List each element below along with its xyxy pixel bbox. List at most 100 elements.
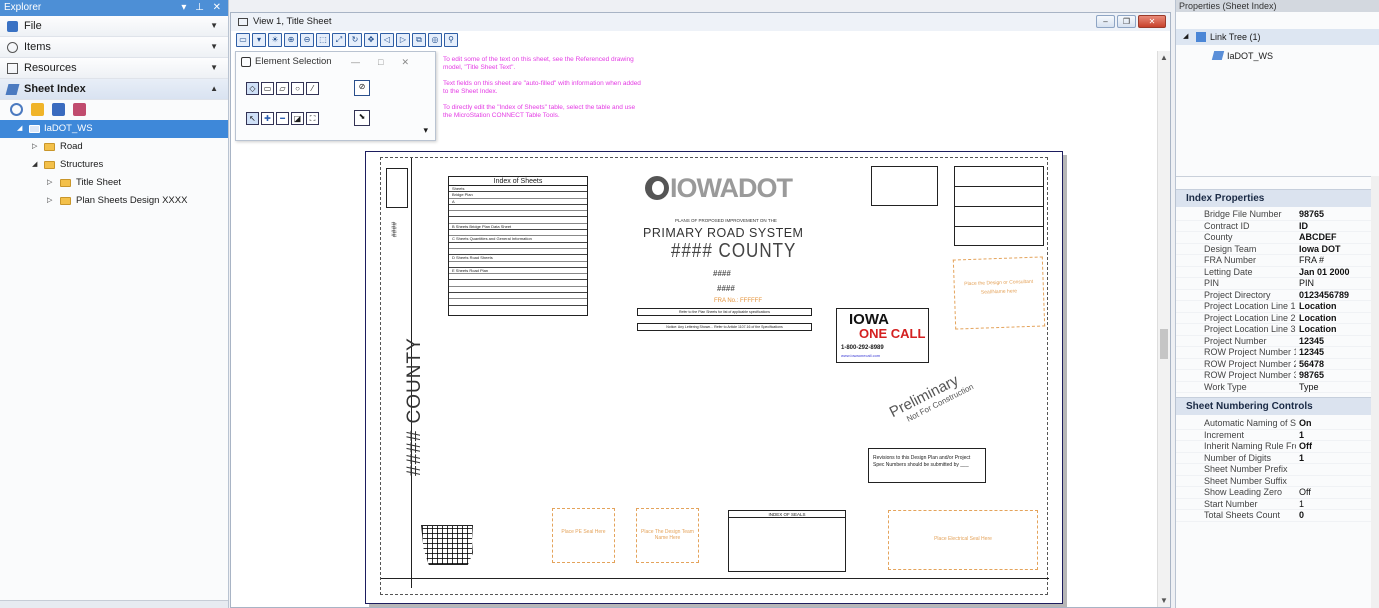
property-row[interactable]: ROW Project Number 3 98765: [1176, 370, 1379, 382]
link-tree-child-label: IaDOT_WS: [1227, 51, 1274, 61]
close-button[interactable]: ✕: [1138, 15, 1166, 28]
camera-icon[interactable]: ◎: [428, 33, 442, 47]
copy-view-icon[interactable]: ⧉: [412, 33, 426, 47]
property-row[interactable]: Project Directory 0123456789: [1176, 290, 1379, 301]
property-row[interactable]: Start Number 1: [1176, 499, 1379, 510]
property-row[interactable]: Work Type Type: [1176, 382, 1379, 393]
scroll-down-icon[interactable]: ▼: [1160, 596, 1168, 605]
section-file[interactable]: File ▼: [0, 16, 228, 37]
properties-scrollbar[interactable]: [1371, 176, 1379, 608]
property-row[interactable]: Project Number 12345: [1176, 336, 1379, 347]
scroll-up-icon[interactable]: ▲: [1160, 53, 1168, 62]
next-view-icon[interactable]: ▷: [396, 33, 410, 47]
index-of-sheets-table[interactable]: Index of Sheets Sheets Bridge Plan A B S…: [448, 176, 588, 316]
vertical-scrollbar[interactable]: ▲ ▼: [1157, 51, 1170, 607]
clear-selection-icon[interactable]: ⊘: [354, 80, 370, 96]
property-row[interactable]: Contract ID ID: [1176, 221, 1379, 232]
tree-node-plan-sheets[interactable]: ▷ Plan Sheets Design XXXX: [0, 192, 228, 210]
scrollbar-thumb[interactable]: [1160, 329, 1168, 359]
title-sheet[interactable]: #### #### COUNTY Index of Sheets Sheets …: [365, 151, 1063, 604]
window-area-icon[interactable]: ⬚: [316, 33, 330, 47]
explorer-window-controls[interactable]: ▾ ⊥ ✕: [181, 0, 224, 16]
fit-view-icon[interactable]: ⤢: [332, 33, 346, 47]
pan-view-icon[interactable]: ✥: [364, 33, 378, 47]
property-row[interactable]: ROW Project Number 2 56478: [1176, 359, 1379, 370]
refresh-icon[interactable]: [10, 103, 23, 116]
property-row[interactable]: Project Location Line 1 Location: [1176, 301, 1379, 313]
select-pointer-icon[interactable]: ⬊: [354, 110, 370, 126]
select-circle-icon[interactable]: ○: [291, 82, 304, 95]
rotate-view-icon[interactable]: ↻: [348, 33, 362, 47]
link-tree-child[interactable]: IaDOT_WS: [1176, 48, 1379, 64]
property-row[interactable]: FRA Number FRA #: [1176, 255, 1379, 267]
minimize-button[interactable]: –: [1096, 15, 1115, 28]
close-button[interactable]: ✕: [401, 57, 427, 67]
property-key: Inherit Naming Rule Fror: [1204, 441, 1296, 451]
property-value: Off: [1299, 487, 1311, 497]
property-key: FRA Number: [1204, 255, 1257, 265]
property-row[interactable]: Project Location Line 2 Location: [1176, 313, 1379, 324]
minimize-button[interactable]: —: [351, 57, 378, 67]
expand-icon[interactable]: ▷: [32, 138, 37, 156]
view-attributes-icon[interactable]: ▭: [236, 33, 250, 47]
collapse-icon[interactable]: ◢: [17, 120, 22, 138]
property-row[interactable]: Letting Date Jan 01 2000: [1176, 267, 1379, 278]
select-individual-icon[interactable]: ◇: [246, 82, 259, 95]
property-row[interactable]: Design Team Iowa DOT: [1176, 244, 1379, 255]
section-resources[interactable]: Resources ▼: [0, 58, 228, 79]
element-selection-title: Element Selection: [255, 56, 332, 67]
property-key: Show Leading Zero: [1204, 487, 1283, 497]
select-block-icon[interactable]: ▭: [261, 82, 274, 95]
select-all-icon[interactable]: ⛶: [306, 112, 319, 125]
property-row[interactable]: Increment 1: [1176, 430, 1379, 441]
drawing-canvas[interactable]: To edit some of the text on this sheet, …: [231, 51, 1158, 607]
property-row[interactable]: PIN PIN: [1176, 278, 1379, 290]
property-row[interactable]: Show Leading Zero Off: [1176, 487, 1379, 499]
zoom-in-icon[interactable]: ⊕: [284, 33, 298, 47]
sheet-numbering-title[interactable]: Sheet Numbering Controls: [1176, 397, 1379, 415]
expand-panel-icon[interactable]: ▾: [423, 125, 428, 136]
property-row[interactable]: Project Location Line 3 Location: [1176, 324, 1379, 336]
restore-button[interactable]: ❐: [1117, 15, 1136, 28]
tree-node-root[interactable]: ◢ IaDOT_WS: [0, 120, 228, 138]
property-row[interactable]: Number of Digits 1: [1176, 453, 1379, 464]
section-items[interactable]: Items ▼: [0, 37, 228, 58]
tree-node-structures[interactable]: ◢ Structures: [0, 156, 228, 174]
property-row[interactable]: Bridge File Number 98765: [1176, 209, 1379, 221]
property-row[interactable]: ROW Project Number 1 12345: [1176, 347, 1379, 359]
expand-icon[interactable]: ▷: [47, 174, 52, 192]
display-style-icon[interactable]: ▾: [252, 33, 266, 47]
primary-road-system-title: PRIMARY ROAD SYSTEM: [643, 226, 804, 240]
index-properties-title[interactable]: Index Properties: [1176, 189, 1379, 207]
select-line-icon[interactable]: ⁄: [306, 82, 319, 95]
select-invert-icon[interactable]: ◪: [291, 112, 304, 125]
property-row[interactable]: Automatic Naming of She On: [1176, 418, 1379, 430]
property-row[interactable]: Total Sheets Count 0: [1176, 510, 1379, 522]
expand-icon[interactable]: ▷: [47, 192, 52, 210]
select-add-icon[interactable]: ✚: [261, 112, 274, 125]
property-key: ROW Project Number 3: [1204, 370, 1296, 380]
properties-icon[interactable]: [31, 103, 44, 116]
property-row[interactable]: Sheet Number Suffix: [1176, 476, 1379, 487]
property-row[interactable]: Inherit Naming Rule Fror Off: [1176, 441, 1379, 453]
sheet-add-icon[interactable]: [52, 103, 65, 116]
zoom-out-icon[interactable]: ⊖: [300, 33, 314, 47]
property-row[interactable]: Sheet Number Prefix: [1176, 464, 1379, 476]
brightness-icon[interactable]: ☀: [268, 33, 282, 47]
tree-node-road[interactable]: ▷ Road: [0, 138, 228, 156]
spec-note-box: Refer to the Plan Sheets for list of app…: [637, 308, 812, 316]
collapse-icon[interactable]: ◢: [1183, 29, 1188, 45]
previous-view-icon[interactable]: ◁: [380, 33, 394, 47]
search-icon[interactable]: ⚲: [444, 33, 458, 47]
link-icon[interactable]: [73, 103, 86, 116]
select-shape-icon[interactable]: ▱: [276, 82, 289, 95]
property-row[interactable]: County ABCDEF: [1176, 232, 1379, 244]
select-subtract-icon[interactable]: ━: [276, 112, 289, 125]
tree-node-title-sheet[interactable]: ▷ Title Sheet: [0, 174, 228, 192]
collapse-icon[interactable]: ◢: [32, 156, 37, 174]
select-new-icon[interactable]: ↖: [246, 112, 259, 125]
section-sheet-index[interactable]: Sheet Index ▲: [0, 79, 228, 100]
sheet-bottom-line: [381, 578, 1049, 579]
maximize-button[interactable]: □: [378, 57, 401, 67]
link-tree-root[interactable]: ◢ Link Tree (1): [1176, 29, 1379, 45]
